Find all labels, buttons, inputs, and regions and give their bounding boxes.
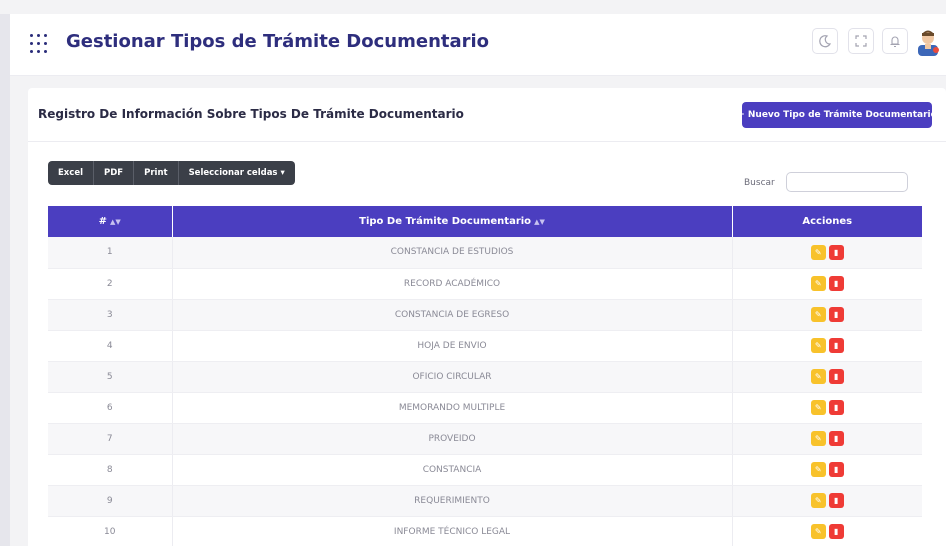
table-row: 9 REQUERIMIENTO ✎ ▮ <box>48 485 922 517</box>
edit-icon[interactable]: ✎ <box>810 524 826 539</box>
table-row: 3 CONSTANCIA DE EGRESO ✎ ▮ <box>48 299 922 331</box>
row-actions: ✎ ▮ <box>732 454 922 486</box>
edit-icon[interactable]: ✎ <box>810 400 826 415</box>
row-actions: ✎ ▮ <box>732 237 922 269</box>
row-number: 1 <box>48 237 173 269</box>
delete-icon[interactable]: ▮ <box>828 338 844 353</box>
content-card: Registro De Información Sobre Tipos De T… <box>28 88 946 546</box>
delete-icon[interactable]: ▮ <box>828 244 844 260</box>
delete-icon[interactable]: ▮ <box>828 431 844 446</box>
user-avatar[interactable] <box>914 26 942 56</box>
sort-icon: ▲▼ <box>110 218 121 226</box>
row-number: 10 <box>48 516 173 546</box>
table-row: 6 MEMORANDO MULTIPLE ✎ ▮ <box>48 392 922 424</box>
search-label: Buscar <box>744 178 775 188</box>
table-row: 5 OFICIO CIRCULAR ✎ ▮ <box>48 361 922 393</box>
select-cells-dropdown[interactable]: Seleccionar celdas ▾ <box>178 161 295 185</box>
row-number: 7 <box>48 423 173 455</box>
table-row: 8 CONSTANCIA ✎ ▮ <box>48 454 922 486</box>
row-type: RECORD ACADÉMICO <box>172 268 733 300</box>
row-actions: ✎ ▮ <box>732 268 922 300</box>
table-row: 10 INFORME TÉCNICO LEGAL ✎ ▮ <box>48 516 922 546</box>
moon-icon <box>819 35 832 48</box>
delete-icon[interactable]: ▮ <box>828 307 844 322</box>
edit-icon[interactable]: ✎ <box>810 307 826 322</box>
row-actions: ✎ ▮ <box>732 516 922 546</box>
edit-icon[interactable]: ✎ <box>810 244 826 260</box>
delete-icon[interactable]: ▮ <box>828 276 844 291</box>
column-header-type[interactable]: Tipo De Trámite Documentario ▲▼ <box>172 206 733 237</box>
table-row: 7 PROVEIDO ✎ ▮ <box>48 423 922 455</box>
top-header: Gestionar Tipos de Trámite Documentario <box>10 14 946 76</box>
delete-icon[interactable]: ▮ <box>828 493 844 508</box>
row-number: 2 <box>48 268 173 300</box>
row-type: CONSTANCIA DE EGRESO <box>172 299 733 331</box>
table-header-row: # ▲▼ Tipo De Trámite Documentario ▲▼ Accio… <box>48 206 922 237</box>
table-row: 1 CONSTANCIA DE ESTUDIOS ✎ ▮ <box>48 237 922 269</box>
card-header: Registro De Información Sobre Tipos De T… <box>28 88 946 142</box>
edit-icon[interactable]: ✎ <box>810 431 826 446</box>
row-type: CONSTANCIA DE ESTUDIOS <box>172 237 733 269</box>
excel-button[interactable]: Excel <box>48 161 95 185</box>
bell-icon <box>890 36 900 48</box>
row-type: PROVEIDO <box>172 423 733 455</box>
row-type: HOJA DE ENVIO <box>172 330 733 362</box>
row-actions: ✎ ▮ <box>732 299 922 331</box>
card-title: Registro De Información Sobre Tipos De T… <box>38 107 464 121</box>
row-number: 3 <box>48 299 173 331</box>
row-type: CONSTANCIA <box>172 454 733 486</box>
delete-icon[interactable]: ▮ <box>828 369 844 384</box>
edit-icon[interactable]: ✎ <box>810 369 826 384</box>
row-number: 4 <box>48 330 173 362</box>
table-row: 2 RECORD ACADÉMICO ✎ ▮ <box>48 268 922 300</box>
pdf-button[interactable]: PDF <box>94 161 135 185</box>
column-header-actions: Acciones <box>732 206 922 237</box>
page-title: Gestionar Tipos de Trámite Documentario <box>66 31 490 52</box>
delete-icon[interactable]: ▮ <box>828 462 844 477</box>
edit-icon[interactable]: ✎ <box>810 276 826 291</box>
row-number: 6 <box>48 392 173 424</box>
delete-icon[interactable]: ▮ <box>828 400 844 415</box>
row-type: REQUERIMIENTO <box>172 485 733 517</box>
apps-grid-icon[interactable] <box>30 34 50 54</box>
edit-icon[interactable]: ✎ <box>810 493 826 508</box>
new-document-type-button[interactable]: + Nuevo Tipo de Trámite Documentario <box>737 102 937 128</box>
row-actions: ✎ ▮ <box>732 361 922 393</box>
delete-icon[interactable]: ▮ <box>828 524 844 539</box>
notifications-button[interactable] <box>882 28 908 54</box>
row-number: 8 <box>48 454 173 486</box>
edit-icon[interactable]: ✎ <box>810 338 826 353</box>
sidebar-edge <box>0 14 10 546</box>
row-number: 9 <box>48 485 173 517</box>
export-buttons: Excel PDF Print Seleccionar celdas ▾ <box>48 161 295 185</box>
document-types-table: # ▲▼ Tipo De Trámite Documentario ▲▼ Accio… <box>48 206 922 546</box>
sort-icon: ▲▼ <box>534 218 545 226</box>
row-number: 5 <box>48 361 173 393</box>
row-type: MEMORANDO MULTIPLE <box>172 392 733 424</box>
search-input[interactable] <box>786 172 908 192</box>
column-header-number[interactable]: # ▲▼ <box>48 206 173 237</box>
edit-icon[interactable]: ✎ <box>810 462 826 477</box>
row-actions: ✎ ▮ <box>732 392 922 424</box>
fullscreen-icon <box>855 35 867 47</box>
fullscreen-button[interactable] <box>848 28 874 54</box>
row-type: INFORME TÉCNICO LEGAL <box>172 516 733 546</box>
row-actions: ✎ ▮ <box>732 485 922 517</box>
print-button[interactable]: Print <box>134 161 179 185</box>
dark-mode-button[interactable] <box>812 28 838 54</box>
row-actions: ✎ ▮ <box>732 330 922 362</box>
row-type: OFICIO CIRCULAR <box>172 361 733 393</box>
table-row: 4 HOJA DE ENVIO ✎ ▮ <box>48 330 922 362</box>
row-actions: ✎ ▮ <box>732 423 922 455</box>
